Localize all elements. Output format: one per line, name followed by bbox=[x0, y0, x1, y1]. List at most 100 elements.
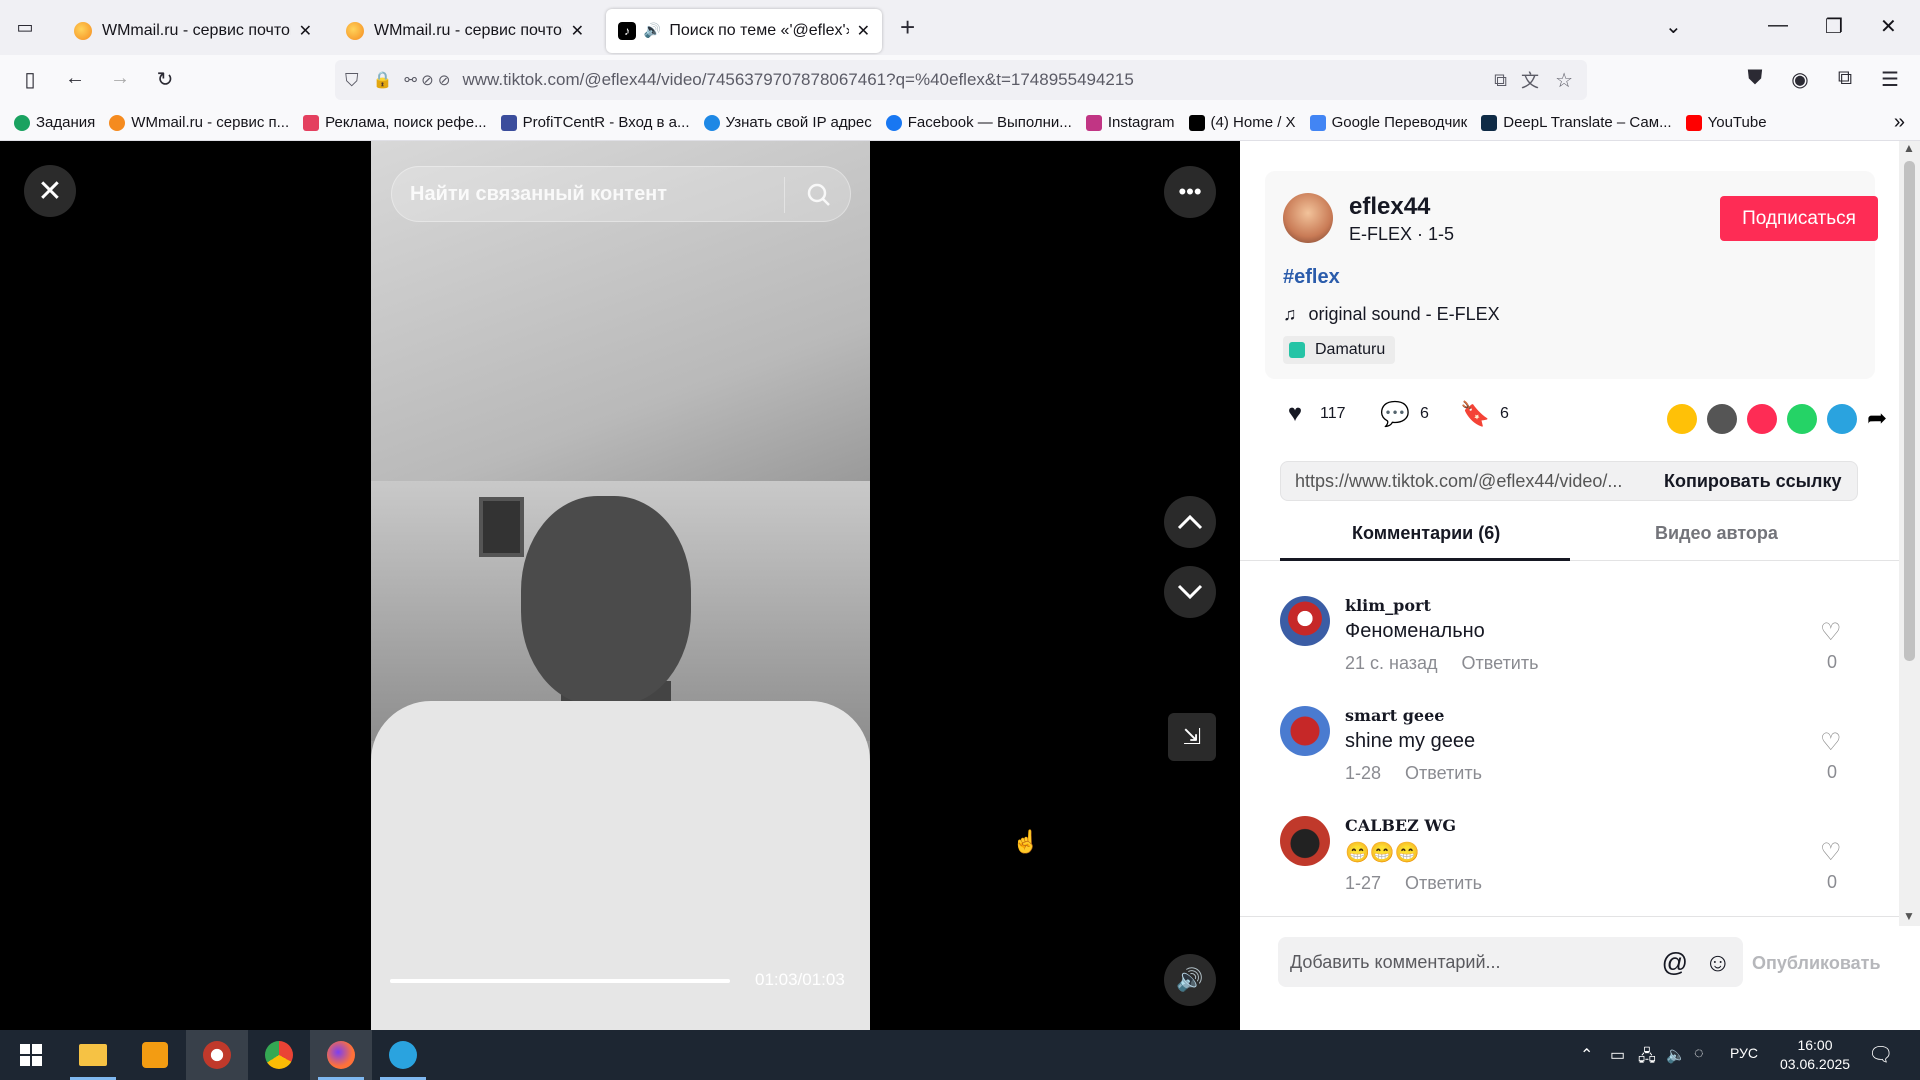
extensions-icon[interactable]: ⧉ bbox=[1830, 67, 1860, 90]
telegram-icon[interactable] bbox=[1827, 404, 1857, 434]
whatsapp-icon[interactable] bbox=[1787, 404, 1817, 434]
reply-button[interactable]: Ответить bbox=[1405, 873, 1482, 893]
bookmark-item[interactable]: WMmail.ru - сервис п... bbox=[109, 114, 289, 131]
new-tab-icon[interactable]: + bbox=[900, 12, 915, 43]
address-bar[interactable]: ⛉ 🔒 ⚯ ⊘ ⊘ www.tiktok.com/@eflex44/video/… bbox=[335, 60, 1587, 100]
close-tab-icon[interactable]: ✕ bbox=[299, 21, 312, 41]
firefox-app[interactable] bbox=[310, 1030, 372, 1080]
tab-list-icon[interactable]: ▭ bbox=[0, 17, 50, 38]
url-text[interactable]: www.tiktok.com/@eflex44/video/7456379707… bbox=[462, 70, 1133, 90]
more-options-button[interactable]: ••• bbox=[1164, 166, 1216, 218]
copy-link-button[interactable]: Копировать ссылку bbox=[1664, 471, 1841, 492]
back-icon[interactable]: ← bbox=[60, 67, 90, 90]
send-icon[interactable] bbox=[1747, 404, 1777, 434]
browser-tab-2[interactable]: WMmail.ru - сервис почтовых ✕ bbox=[334, 9, 596, 53]
screenshot-app[interactable] bbox=[124, 1030, 186, 1080]
sound-row[interactable]: ♫ original sound - E-FLEX bbox=[1283, 304, 1500, 325]
mini-player-button[interactable]: ⇲ bbox=[1168, 713, 1216, 761]
comment-like-icon[interactable]: ♡ bbox=[1820, 838, 1842, 867]
author-username[interactable]: eflex44 bbox=[1349, 193, 1430, 221]
comment-like-icon[interactable]: ♡ bbox=[1820, 618, 1842, 647]
search-icon[interactable] bbox=[806, 182, 832, 214]
avatar[interactable] bbox=[1280, 706, 1330, 756]
video-progress-track[interactable] bbox=[390, 979, 730, 983]
sidebar-icon[interactable]: ▯ bbox=[15, 67, 45, 92]
bookmark-item[interactable]: (4) Home / X bbox=[1188, 114, 1296, 131]
previous-video-button[interactable] bbox=[1164, 496, 1216, 548]
close-tab-icon[interactable]: ✕ bbox=[571, 21, 584, 41]
volume-tray-icon[interactable]: 🔈 bbox=[1666, 1045, 1686, 1065]
scroll-down-icon[interactable]: ▼ bbox=[1903, 909, 1915, 923]
reload-icon[interactable]: ↻ bbox=[150, 67, 180, 92]
forward-icon[interactable]: → bbox=[105, 67, 135, 90]
follow-button[interactable]: Подписаться bbox=[1720, 196, 1878, 241]
comment-action[interactable]: 💬 6 bbox=[1380, 399, 1429, 429]
bookmark-item[interactable]: Instagram bbox=[1085, 114, 1175, 131]
chrome-app[interactable] bbox=[248, 1030, 310, 1080]
comment-like-icon[interactable]: ♡ bbox=[1820, 728, 1842, 757]
account-icon[interactable]: ◉ bbox=[1785, 67, 1815, 92]
tray-device-icon[interactable]: ▭ bbox=[1610, 1045, 1625, 1065]
embed-icon[interactable] bbox=[1707, 404, 1737, 434]
comment-username[interactable]: smart geee bbox=[1345, 706, 1444, 725]
scroll-up-icon[interactable]: ▲ bbox=[1903, 141, 1915, 155]
keyboard-language[interactable]: РУС bbox=[1730, 1045, 1758, 1061]
mention-icon[interactable]: @ bbox=[1662, 947, 1688, 978]
tray-misc-icon[interactable]: ◌ bbox=[1694, 1045, 1704, 1063]
bookmark-item[interactable]: ProfiTCentR - Вход в а... bbox=[500, 114, 690, 131]
comment-input[interactable]: Добавить комментарий... @ ☺ bbox=[1278, 937, 1743, 987]
file-explorer-app[interactable] bbox=[62, 1030, 124, 1080]
emoji-icon[interactable]: ☺ bbox=[1704, 947, 1731, 978]
bookmark-item[interactable]: Facebook — Выполни... bbox=[885, 114, 1072, 131]
location-chip[interactable]: Damaturu bbox=[1283, 336, 1396, 364]
scrollbar-thumb[interactable] bbox=[1904, 161, 1915, 661]
picture-in-picture-icon[interactable]: ⧉ bbox=[1494, 70, 1507, 91]
share-link-text[interactable]: https://www.tiktok.com/@eflex44/video/..… bbox=[1295, 471, 1640, 492]
heart-icon[interactable]: ♥ bbox=[1280, 399, 1310, 429]
save-action[interactable]: 🔖 6 bbox=[1460, 399, 1509, 429]
notifications-icon[interactable]: 🗨 bbox=[1868, 1042, 1893, 1067]
browser-tab-1[interactable]: WMmail.ru - сервис почтовых ✕ bbox=[62, 9, 324, 53]
author-avatar[interactable] bbox=[1283, 193, 1333, 243]
tab-author-videos[interactable]: Видео автора bbox=[1655, 523, 1778, 544]
close-tab-icon[interactable]: ✕ bbox=[857, 21, 870, 41]
share-arrow-icon[interactable]: ➦ bbox=[1867, 404, 1897, 434]
restore-icon[interactable]: ❐ bbox=[1825, 14, 1843, 39]
network-icon[interactable]: 🖧 bbox=[1638, 1045, 1656, 1072]
avatar[interactable] bbox=[1280, 596, 1330, 646]
avatar[interactable] bbox=[1280, 816, 1330, 866]
post-comment-button[interactable]: Опубликовать bbox=[1752, 953, 1881, 974]
page-scrollbar[interactable]: ▲ ▼ bbox=[1899, 141, 1920, 926]
bookmark-item[interactable]: Реклама, поиск рефе... bbox=[303, 114, 487, 131]
translate-icon[interactable]: 文 bbox=[1521, 67, 1539, 93]
bookmark-item[interactable]: Google Переводчик bbox=[1309, 114, 1467, 131]
list-all-tabs-icon[interactable]: ⌄ bbox=[1665, 14, 1682, 39]
bookmark-item[interactable]: YouTube bbox=[1685, 114, 1767, 131]
tray-chevron-icon[interactable]: ⌃ bbox=[1580, 1045, 1593, 1065]
bookmark-item[interactable]: Узнать свой IP адрес bbox=[703, 114, 872, 131]
bookmark-item[interactable]: DeepL Translate – Сам... bbox=[1481, 114, 1672, 131]
bookmark-star-icon[interactable]: ☆ bbox=[1555, 68, 1573, 93]
opera-app[interactable] bbox=[186, 1030, 248, 1080]
permissions-icon[interactable]: ⚯ ⊘ ⊘ bbox=[404, 71, 450, 89]
bookmark-icon[interactable]: 🔖 bbox=[1460, 399, 1490, 429]
more-bookmarks-icon[interactable]: » bbox=[1894, 111, 1905, 134]
bookmark-item[interactable]: Задания bbox=[14, 114, 95, 131]
tab-comments[interactable]: Комментарии (6) bbox=[1352, 523, 1500, 544]
comment-username[interactable]: klim_port bbox=[1345, 596, 1431, 615]
next-video-button[interactable] bbox=[1164, 566, 1216, 618]
close-video-button[interactable]: ✕ bbox=[24, 165, 76, 217]
volume-button[interactable]: 🔊 bbox=[1164, 954, 1216, 1006]
start-button[interactable] bbox=[0, 1030, 62, 1080]
reply-button[interactable]: Ответить bbox=[1405, 763, 1482, 783]
minimize-icon[interactable]: — bbox=[1768, 14, 1788, 37]
audio-playing-icon[interactable]: 🔊 bbox=[644, 22, 661, 39]
browser-tab-3[interactable]: ♪ 🔊 Поиск по теме «'@eflex'» в ✕ bbox=[606, 8, 882, 53]
shield-icon[interactable]: ⛉ bbox=[345, 70, 359, 91]
comment-username[interactable]: CALBEZ WG bbox=[1345, 816, 1456, 835]
clock[interactable]: 16:00 03.06.2025 bbox=[1780, 1036, 1850, 1074]
hashtag-link[interactable]: #eflex bbox=[1283, 266, 1340, 289]
video-player[interactable]: Найти связанный контент bbox=[371, 141, 870, 1030]
pocket-icon[interactable]: ⛊ bbox=[1740, 67, 1770, 90]
close-window-icon[interactable]: ✕ bbox=[1880, 14, 1897, 39]
